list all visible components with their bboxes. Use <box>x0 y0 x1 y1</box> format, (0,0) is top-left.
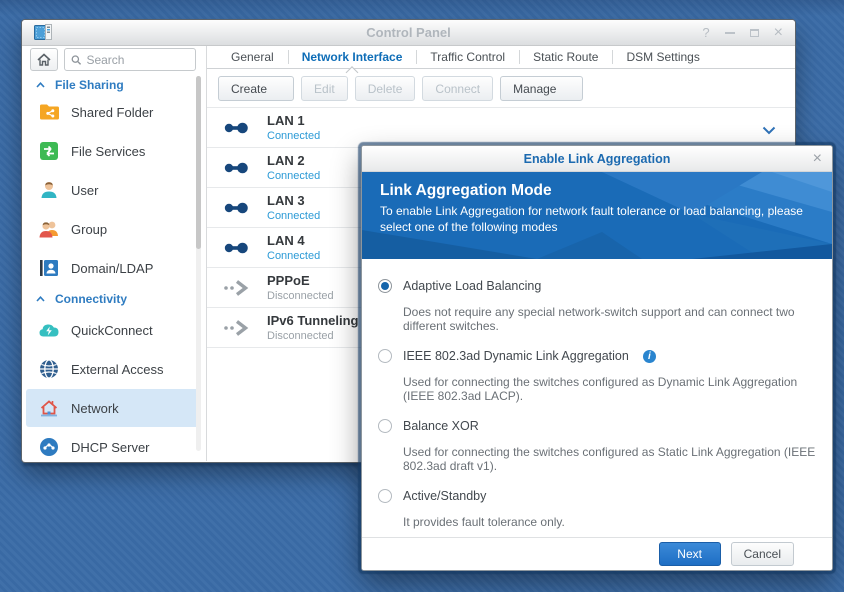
option-adaptive-load-balancing: Adaptive Load Balancing Does not require… <box>378 275 816 333</box>
sidebar-item-quickconnect[interactable]: QuickConnect <box>26 311 199 349</box>
connected-link-icon <box>222 239 258 257</box>
sidebar-scrollbar[interactable] <box>196 76 201 451</box>
sidebar: File Sharing Shared Folder <box>22 46 207 461</box>
sidebar-section-file-sharing[interactable]: File Sharing <box>22 77 206 93</box>
help-icon[interactable]: ? <box>702 20 709 46</box>
interface-row-lan1[interactable]: LAN 1 Connected <box>207 108 795 148</box>
dialog-title: Enable Link Aggregation <box>523 152 671 166</box>
sidebar-item-group[interactable]: Group <box>26 210 199 248</box>
dialog-body: Adaptive Load Balancing Does not require… <box>362 259 832 529</box>
dialog-description: To enable Link Aggregation for network f… <box>380 204 803 234</box>
search-input[interactable] <box>86 52 189 67</box>
file-services-icon <box>38 140 60 162</box>
toolbar: Create Edit Delete Connect Manage <box>207 69 795 107</box>
sidebar-item-user[interactable]: User <box>26 171 199 209</box>
connect-button[interactable]: Connect <box>422 76 494 101</box>
chevron-down-icon[interactable] <box>762 122 776 140</box>
sidebar-section-connectivity[interactable]: Connectivity <box>22 291 206 307</box>
disconnected-link-icon <box>222 279 258 297</box>
window-titlebar[interactable]: Control Panel ? × <box>22 20 795 46</box>
option-ieee-8023ad: IEEE 802.3ad Dynamic Link Aggregation i … <box>378 345 816 403</box>
radio-adaptive-load-balancing[interactable] <box>378 279 392 293</box>
home-icon <box>37 53 51 66</box>
user-icon <box>38 179 60 201</box>
cancel-button[interactable]: Cancel <box>730 542 794 566</box>
connected-link-icon <box>222 119 258 137</box>
tab-traffic-control[interactable]: Traffic Control <box>416 46 519 68</box>
search-box[interactable] <box>64 48 196 71</box>
tab-dsm-settings[interactable]: DSM Settings <box>612 46 713 68</box>
dialog-close-icon[interactable]: × <box>813 146 822 171</box>
chevron-up-icon <box>36 296 45 302</box>
sidebar-item-file-services[interactable]: File Services <box>26 132 199 170</box>
scrollbar-thumb[interactable] <box>196 76 201 249</box>
maximize-icon[interactable] <box>749 29 759 37</box>
home-button[interactable] <box>30 48 58 71</box>
quickconnect-icon <box>38 319 60 341</box>
option-active-standby: Active/Standby It provides fault toleran… <box>378 485 816 529</box>
option-balance-xor: Balance XOR Used for connecting the swit… <box>378 415 816 473</box>
control-panel-app-icon <box>34 24 52 47</box>
tab-static-route[interactable]: Static Route <box>519 46 612 68</box>
tab-bar: General Network Interface Traffic Contro… <box>207 46 795 69</box>
radio-balance-xor[interactable] <box>378 419 392 433</box>
domain-ldap-icon <box>38 257 60 279</box>
connected-link-icon <box>222 159 258 177</box>
next-button[interactable]: Next <box>658 542 721 566</box>
dhcp-server-icon <box>38 436 60 458</box>
search-icon <box>71 54 82 65</box>
dialog-titlebar[interactable]: Enable Link Aggregation × <box>362 146 832 172</box>
sidebar-item-shared-folder[interactable]: Shared Folder <box>26 93 199 131</box>
desktop: { "window": { "title": "Control Panel", … <box>0 0 844 592</box>
group-icon <box>38 218 60 240</box>
disconnected-link-icon <box>222 319 258 337</box>
tab-network-interface[interactable]: Network Interface <box>287 46 417 68</box>
enable-link-aggregation-dialog: Enable Link Aggregation × Link Aggregati… <box>362 146 832 570</box>
minimize-icon[interactable] <box>724 32 735 34</box>
external-access-icon <box>38 358 60 380</box>
dialog-banner: Link Aggregation Mode To enable Link Agg… <box>362 172 832 259</box>
sidebar-item-external-access[interactable]: External Access <box>26 350 199 388</box>
dialog-heading: Link Aggregation Mode <box>380 182 552 199</box>
radio-ieee-8023ad[interactable] <box>378 349 392 363</box>
edit-button[interactable]: Edit <box>301 76 348 101</box>
tab-general[interactable]: General <box>217 46 288 68</box>
info-icon[interactable]: i <box>642 349 656 363</box>
window-title: Control Panel <box>366 25 451 40</box>
close-icon[interactable]: × <box>774 20 783 46</box>
dialog-footer: Next Cancel <box>362 537 832 570</box>
create-button[interactable]: Create <box>218 76 295 101</box>
shared-folder-icon <box>38 101 60 123</box>
chevron-up-icon <box>36 82 45 88</box>
delete-button[interactable]: Delete <box>354 76 416 101</box>
network-icon <box>38 397 60 419</box>
connected-link-icon <box>222 199 258 217</box>
sidebar-item-domain-ldap[interactable]: Domain/LDAP <box>26 249 199 287</box>
manage-button[interactable]: Manage <box>500 76 584 101</box>
radio-active-standby[interactable] <box>378 489 392 503</box>
sidebar-item-dhcp-server[interactable]: DHCP Server <box>26 428 199 461</box>
sidebar-item-network[interactable]: Network <box>26 389 199 427</box>
